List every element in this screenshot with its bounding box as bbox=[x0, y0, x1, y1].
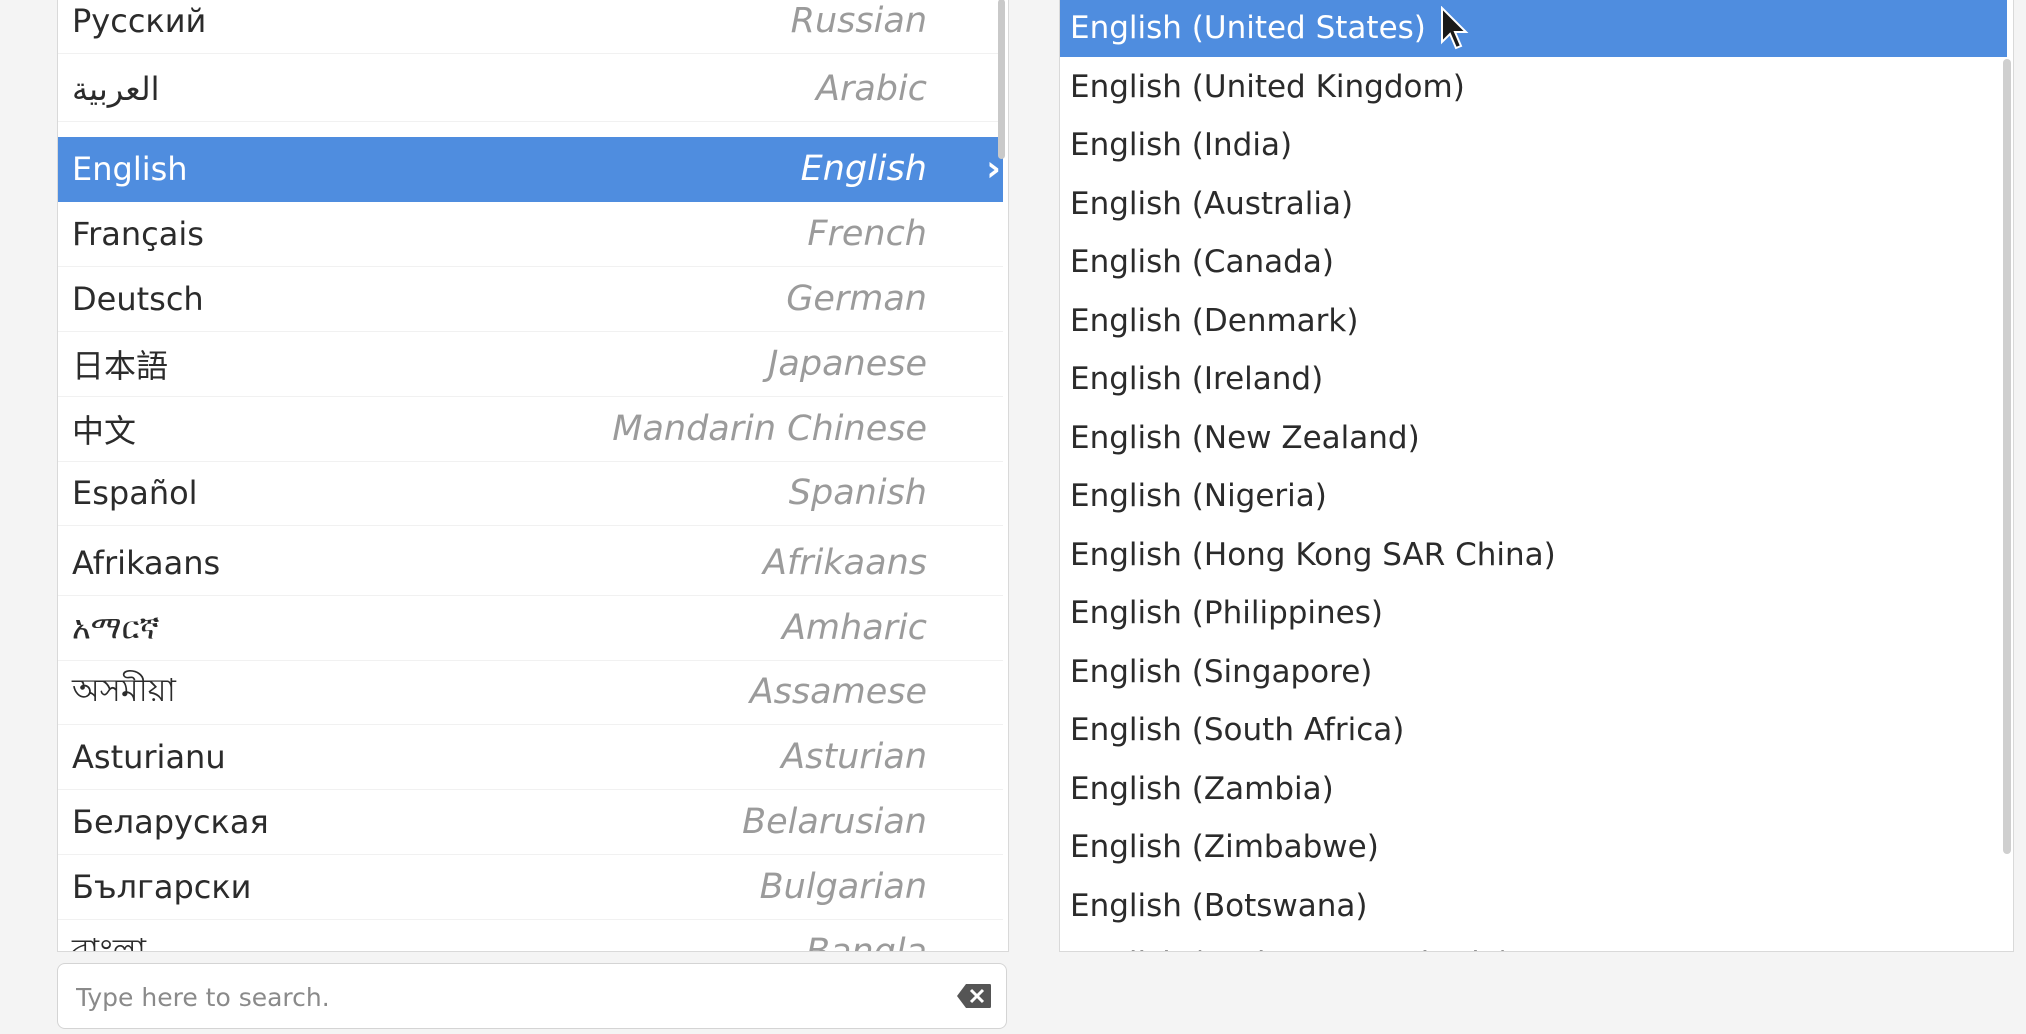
locale-item[interactable]: English (United States) bbox=[1060, 0, 2007, 57]
locale-item[interactable]: English (Botswana) bbox=[1060, 877, 2007, 935]
language-english-name: Spanish bbox=[788, 473, 927, 513]
language-item[interactable]: العربية Arabic bbox=[58, 57, 1003, 122]
language-native-name: Español bbox=[72, 474, 198, 512]
language-native-name: Asturianu bbox=[72, 738, 226, 776]
language-english-name: Belarusian bbox=[742, 802, 927, 842]
language-english-name: English bbox=[800, 149, 927, 189]
language-item[interactable]: Русский Russian bbox=[58, 0, 1003, 54]
locale-label: English (Hong Kong SAR China) bbox=[1070, 536, 1556, 573]
search-input[interactable] bbox=[74, 972, 938, 1022]
language-item[interactable]: Español Spanish bbox=[58, 461, 1003, 526]
language-english-name: Russian bbox=[790, 1, 927, 41]
language-native-name: অসমীয়া bbox=[72, 671, 176, 709]
locale-item[interactable]: English (Ireland) bbox=[1060, 350, 2007, 408]
locale-label: English (United States) bbox=[1070, 10, 1426, 46]
language-english-name: German bbox=[786, 279, 927, 319]
language-native-name: Deutsch bbox=[72, 280, 204, 318]
language-item[interactable]: Български Bulgarian bbox=[58, 855, 1003, 920]
locale-item[interactable]: English (South Africa) bbox=[1060, 701, 2007, 759]
locale-label: English (Singapore) bbox=[1070, 653, 1373, 690]
locale-item[interactable]: English (Australia) bbox=[1060, 175, 2007, 233]
clear-search-icon[interactable] bbox=[956, 982, 992, 1010]
locale-item[interactable]: English (Philippines) bbox=[1060, 584, 2007, 642]
locale-item[interactable]: English (New Zealand) bbox=[1060, 409, 2007, 467]
language-native-name: العربية bbox=[72, 70, 160, 108]
locale-item[interactable]: English (Antigua & Barbuda) bbox=[1060, 935, 2007, 951]
locale-label: English (Ireland) bbox=[1070, 361, 1324, 397]
locale-label: English (South Africa) bbox=[1070, 712, 1405, 748]
locale-item[interactable]: English (India) bbox=[1060, 116, 2007, 174]
locale-label: English (Philippines) bbox=[1070, 595, 1383, 631]
language-item[interactable]: Deutsch German bbox=[58, 267, 1003, 332]
language-native-name: Български bbox=[72, 868, 252, 906]
language-item[interactable]: বাংলা Bangla bbox=[58, 920, 1003, 952]
language-item[interactable]: English English › bbox=[58, 137, 1003, 202]
language-item[interactable]: Français French bbox=[58, 202, 1003, 267]
locale-label: English (Denmark) bbox=[1070, 302, 1359, 339]
locale-label: English (Nigeria) bbox=[1070, 478, 1327, 514]
language-english-name: Bangla bbox=[805, 932, 927, 952]
language-item[interactable]: 中文 Mandarin Chinese bbox=[58, 397, 1003, 462]
locale-label: English (Australia) bbox=[1070, 185, 1354, 222]
locale-label: English (New Zealand) bbox=[1070, 419, 1420, 456]
language-native-name: Русский bbox=[72, 2, 207, 40]
language-english-name: Arabic bbox=[816, 69, 927, 109]
language-english-name: French bbox=[807, 214, 927, 254]
locale-item[interactable]: English (Denmark) bbox=[1060, 292, 2007, 350]
language-english-name: Asturian bbox=[781, 737, 927, 777]
locale-label: English (United Kingdom) bbox=[1070, 68, 1465, 105]
locale-label: English (India) bbox=[1070, 127, 1293, 163]
locale-list-scrollbar[interactable] bbox=[2003, 59, 2011, 854]
locale-item[interactable]: English (Singapore) bbox=[1060, 643, 2007, 701]
language-native-name: বাংলা bbox=[72, 931, 146, 952]
language-english-name: Afrikaans bbox=[763, 543, 927, 583]
language-native-name: Беларуская bbox=[72, 803, 269, 841]
language-english-name: Mandarin Chinese bbox=[612, 409, 927, 449]
language-english-name: Amharic bbox=[781, 608, 927, 648]
locale-item[interactable]: English (Canada) bbox=[1060, 233, 2007, 291]
locale-list[interactable]: English (United States) English (United K… bbox=[1059, 0, 2014, 952]
language-list[interactable]: Русский Russian العربية Arabic English Englis… bbox=[57, 0, 1009, 952]
language-item[interactable]: Afrikaans Afrikaans bbox=[58, 531, 1003, 596]
language-english-name: Bulgarian bbox=[759, 867, 927, 907]
locale-label: English (Zambia) bbox=[1070, 770, 1334, 807]
language-native-name: English bbox=[72, 150, 188, 188]
language-native-name: 日本語 bbox=[72, 347, 169, 385]
mouse-pointer-icon bbox=[1441, 6, 1469, 50]
locale-item[interactable]: English (Hong Kong SAR China) bbox=[1060, 526, 2007, 584]
language-item[interactable]: 日本語 Japanese bbox=[58, 332, 1003, 397]
locale-label: English (Botswana) bbox=[1070, 887, 1368, 924]
locale-item[interactable]: English (Nigeria) bbox=[1060, 467, 2007, 525]
locale-item[interactable]: English (Zimbabwe) bbox=[1060, 818, 2007, 876]
locale-label: English (Canada) bbox=[1070, 244, 1334, 280]
language-item[interactable]: Беларуская Belarusian bbox=[58, 790, 1003, 855]
language-english-name: Assamese bbox=[749, 672, 927, 712]
language-native-name: Afrikaans bbox=[72, 544, 221, 582]
language-list-scrollbar[interactable] bbox=[998, 0, 1005, 159]
language-item[interactable]: অসমীয়া Assamese bbox=[58, 660, 1003, 725]
locale-label: English (Zimbabwe) bbox=[1070, 829, 1379, 865]
language-native-name: አማርኛ bbox=[72, 608, 160, 647]
locale-label: English (Antigua & Barbuda) bbox=[1070, 946, 1511, 951]
language-english-name: Japanese bbox=[768, 344, 927, 384]
search-box bbox=[57, 963, 1007, 1029]
language-native-name: Français bbox=[72, 215, 204, 253]
locale-item[interactable]: English (United Kingdom) bbox=[1060, 58, 2007, 116]
language-item[interactable]: አማርኛ Amharic bbox=[58, 596, 1003, 661]
language-item[interactable]: Asturianu Asturian bbox=[58, 725, 1003, 790]
language-native-name: 中文 bbox=[72, 412, 137, 450]
locale-item[interactable]: English (Zambia) bbox=[1060, 760, 2007, 818]
